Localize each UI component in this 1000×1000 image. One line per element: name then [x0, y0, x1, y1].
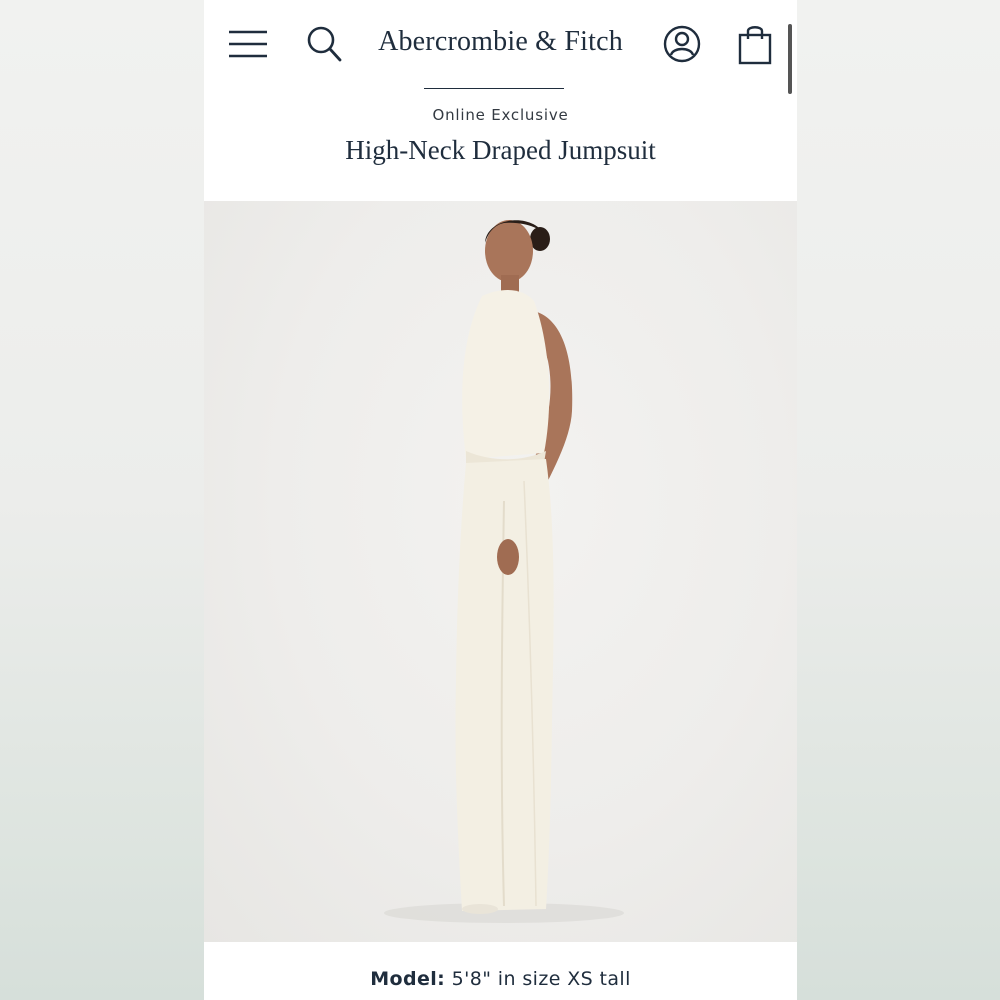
model-size-value: 5'8" in size XS tall [451, 968, 631, 990]
scrollbar[interactable] [788, 24, 792, 94]
product-title: High-Neck Draped Jumpsuit [345, 135, 656, 165]
shopping-bag-icon[interactable] [738, 23, 772, 65]
online-exclusive-label: Online Exclusive [432, 106, 569, 124]
background-left [0, 0, 204, 1000]
background-right [797, 0, 1000, 1000]
search-icon[interactable] [305, 24, 343, 64]
mobile-product-page: Abercrombie & Fitch Online Exclusive Hig… [204, 0, 797, 1000]
header-divider [424, 88, 564, 89]
product-image[interactable] [204, 201, 797, 942]
hamburger-menu-icon[interactable] [228, 26, 268, 62]
model-label: Model: [370, 968, 446, 990]
model-info: Model: 5'8" in size XS tall [204, 968, 797, 990]
account-icon[interactable] [663, 25, 701, 63]
site-header: Abercrombie & Fitch [204, 0, 797, 94]
brand-logo[interactable]: Abercrombie & Fitch [354, 26, 647, 58]
model-figure-illustration [384, 220, 624, 923]
